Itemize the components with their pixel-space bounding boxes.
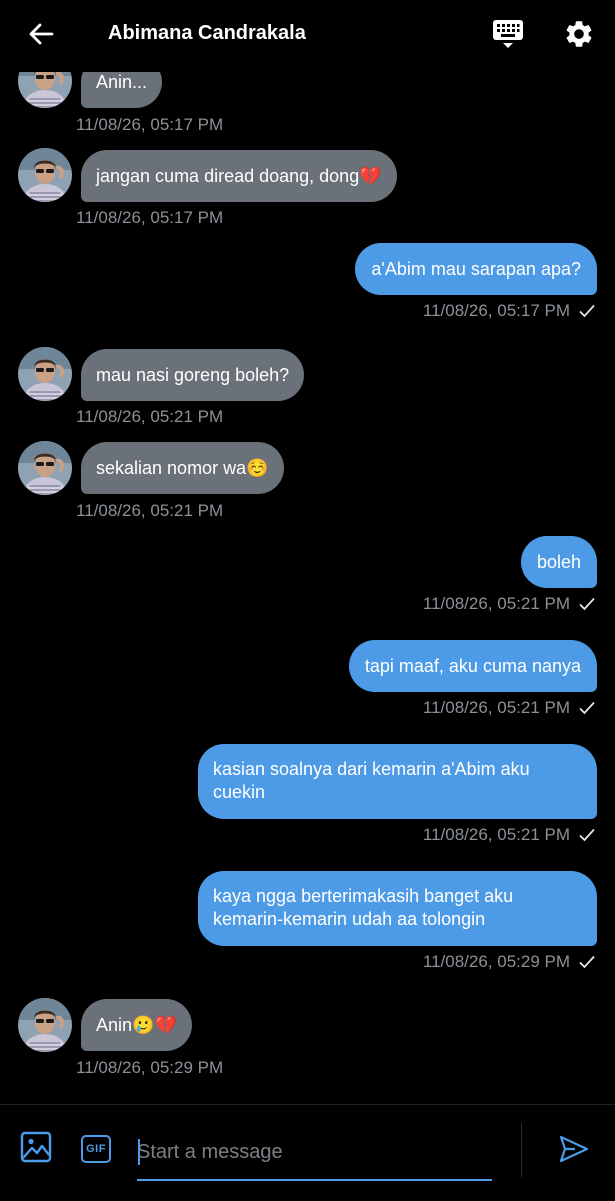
message-timestamp: 11/08/26, 05:21 PM [422, 698, 570, 717]
message-status: 11/08/26, 05:21 PM [423, 698, 595, 718]
message-timestamp: 11/08/26, 05:21 PM [76, 501, 224, 520]
message-list[interactable]: Anin... 11/08/26, 05:17 PM jangan cuma d… [0, 0, 615, 1104]
text-cursor [138, 1139, 140, 1165]
message-bubble-outgoing[interactable]: a'Abim mau sarapan apa? [355, 243, 597, 295]
composer-divider [521, 1123, 522, 1177]
send-button[interactable] [552, 1129, 596, 1173]
sent-check-icon [579, 828, 595, 842]
message-bubble-incoming[interactable]: Anin🥲💔 [81, 999, 192, 1051]
message-timestamp: 11/08/26, 05:17 PM [422, 301, 570, 320]
conversation-title: Abimana Candrakala [108, 22, 306, 44]
arrow-left-icon [28, 22, 54, 51]
message-status: 11/08/26, 05:21 PM [423, 594, 595, 614]
sent-check-icon [579, 304, 595, 318]
gear-icon [563, 18, 595, 55]
message-status: 11/08/26, 05:21 PM [423, 825, 595, 845]
message-input[interactable] [137, 1131, 492, 1181]
sent-check-icon [579, 701, 595, 715]
add-image-button[interactable] [16, 1129, 56, 1169]
message-timestamp: 11/08/26, 05:29 PM [422, 952, 570, 971]
message-timestamp: 11/08/26, 05:17 PM [76, 208, 224, 227]
message-bubble-outgoing[interactable]: kasian soalnya dari kemarin a'Abim aku c… [198, 744, 597, 819]
message-bubble-incoming[interactable]: jangan cuma diread doang, dong💔 [81, 150, 397, 202]
message-bubble-incoming[interactable]: mau nasi goreng boleh? [81, 349, 305, 401]
contact-avatar[interactable] [18, 441, 72, 495]
keyboard-icon [492, 18, 524, 55]
gif-icon: GIF [81, 1135, 111, 1163]
contact-avatar[interactable] [18, 998, 72, 1052]
add-gif-button[interactable]: GIF [76, 1129, 116, 1169]
message-bubble-outgoing[interactable]: tapi maaf, aku cuma nanya [348, 640, 597, 692]
back-button[interactable] [20, 16, 62, 56]
message-timestamp: 11/08/26, 05:21 PM [76, 407, 224, 426]
message-composer: GIF [0, 1104, 615, 1201]
message-timestamp: 11/08/26, 05:17 PM [76, 115, 224, 134]
message-bubble-outgoing[interactable]: boleh [520, 536, 597, 588]
send-icon [558, 1133, 590, 1170]
message-bubble-incoming[interactable]: sekalian nomor wa☺️ [81, 442, 284, 494]
contact-avatar[interactable] [18, 347, 72, 401]
message-timestamp: 11/08/26, 05:29 PM [76, 1058, 224, 1077]
sent-check-icon [579, 955, 595, 969]
contact-avatar[interactable] [18, 148, 72, 202]
conversation-header: Abimana Candrakala [0, 0, 615, 72]
message-status: 11/08/26, 05:29 PM [423, 952, 595, 972]
message-bubble-outgoing[interactable]: kaya ngga berterimakasih banget aku kema… [198, 871, 597, 946]
message-timestamp: 11/08/26, 05:21 PM [422, 825, 570, 844]
keyboard-button[interactable] [487, 16, 529, 56]
settings-button[interactable] [558, 15, 600, 57]
sent-check-icon [579, 597, 595, 611]
image-icon [20, 1131, 52, 1168]
message-timestamp: 11/08/26, 05:21 PM [422, 594, 570, 613]
message-status: 11/08/26, 05:17 PM [423, 301, 595, 321]
